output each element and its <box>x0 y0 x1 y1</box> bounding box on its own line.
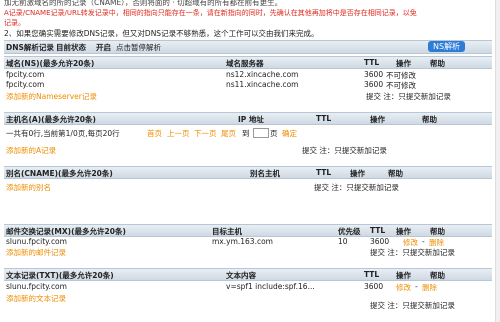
a-col-ttl: TTL <box>316 114 332 123</box>
pause-resolve-link[interactable]: 点击暂停解析 <box>116 42 161 53</box>
add-cname-link[interactable]: 添加新的别名 <box>6 182 51 193</box>
table-row: slunu.fpcity.com mx.ym.163.com 10 3600 修… <box>4 237 492 247</box>
cname-footer: 添加新的别名 提交 注：只提交新加记录 <box>4 182 492 192</box>
mx-priority: 10 <box>338 237 348 246</box>
ns-col-domain: 域名(NS)(最多允许20条) <box>6 59 95 68</box>
mx-footer: 添加新的邮件记录 提交 注：只提交新加记录 <box>4 247 492 257</box>
a-col-ip: IP 地址 <box>238 115 264 124</box>
ns-col-op: 操作 <box>396 59 411 68</box>
notice-line-0: 加无前激域名的所的记录（CNAME），否则将面的 · 切超域有的所有都在前有更生… <box>4 0 283 7</box>
mx-ttl: 3600 <box>370 237 390 246</box>
txt-ttl: 3600 <box>364 282 384 291</box>
a-pager: 一共有0行,当前第1/0页,每页20行 首页 上一页 下一页 尾页 到 页 确定 <box>4 128 492 138</box>
cname-submit-note[interactable]: 提交 注：只提交新加记录 <box>314 182 399 193</box>
mx-host: slunu.fpcity.com <box>6 237 67 246</box>
mx-target: mx.ym.163.com <box>212 237 273 246</box>
mx-help-link[interactable]: 帮助 <box>430 226 445 237</box>
pager-first[interactable]: 首页 <box>147 128 162 139</box>
txt-col-ttl: TTL <box>364 270 380 279</box>
a-submit-note[interactable]: 提交 注：只提交新加记录 <box>302 145 387 156</box>
mx-op-dash: - <box>422 237 425 246</box>
cname-col-op: 操作 <box>350 169 365 178</box>
txt-col-op: 操作 <box>396 271 411 280</box>
mx-col-host: 邮件交换记录(MX)(最多允许20条) <box>6 227 126 236</box>
notice-line-1-suffix: 记录。 <box>4 19 25 27</box>
cname-col-ttl: TTL <box>316 168 332 177</box>
mx-header: 邮件交换记录(MX)(最多允许20条) 目标主机 优先级 TTL 操作 帮助 <box>4 224 492 237</box>
txt-op-dash: - <box>415 282 418 291</box>
ns-ttl: 3600 <box>364 70 384 79</box>
ns-domain: fpcity.com <box>6 70 45 79</box>
add-mx-link[interactable]: 添加新的邮件记录 <box>6 247 66 258</box>
ns-resolve-button[interactable]: NS解析 <box>428 41 466 52</box>
pager-next[interactable]: 下一页 <box>194 128 217 139</box>
ns-server: ns11.xincache.com <box>226 80 299 89</box>
mx-col-priority: 优先级 <box>338 227 361 236</box>
mx-col-target: 目标主机 <box>212 227 242 236</box>
mx-submit-note[interactable]: 提交 注：只提交新加记录 <box>370 247 455 258</box>
pager-confirm[interactable]: 确定 <box>282 128 297 139</box>
ns-submit-note[interactable]: 提交 注：只提交新加记录 <box>366 91 451 102</box>
notice-line-1: A记录/CNAME记录/URL转发记录中，相同的指向只能存在一条，请在新指向的同… <box>4 9 417 17</box>
ns-server: ns12.xincache.com <box>226 70 299 79</box>
pager-goto: 到 <box>242 129 250 138</box>
txt-submit-note[interactable]: 提交 注：只提交新加记录 <box>370 300 455 311</box>
txt-header: 文本记录(TXT)(最多允许20条) 文本内容 TTL 操作 帮助 <box>4 268 492 281</box>
add-ns-record-link[interactable]: 添加新的Nameserver记录 <box>6 91 97 102</box>
status-label: 目前状态 <box>56 43 86 52</box>
cname-help-link[interactable]: 帮助 <box>388 168 403 179</box>
txt-help-link[interactable]: 帮助 <box>430 270 445 281</box>
dns-status-bar: DNS解析记录 目前状态 开启 点击暂停解析 NS解析 <box>4 40 492 54</box>
notice-line-2: 2、如果您确实需要修改DNS记录，但又对DNS记录不够熟悉，这个工作可以交由我们… <box>4 29 319 38</box>
ns-header: 域名(NS)(最多允许20条) 域名服务器 TTL 操作 帮助 <box>4 56 492 69</box>
ns-col-server: 域名服务器 <box>226 59 264 68</box>
pager-last[interactable]: 尾页 <box>221 128 236 139</box>
txt-col-host: 文本记录(TXT)(最多允许20条) <box>6 271 114 280</box>
cname-col-alias: 别名(CNAME)(最多允许20条) <box>6 169 113 178</box>
txt-delete-link[interactable]: 删除 <box>422 282 437 293</box>
pager-prev[interactable]: 上一页 <box>167 128 190 139</box>
cname-header: 别名(CNAME)(最多允许20条) 别名主机 TTL 操作 帮助 <box>4 166 492 179</box>
ns-col-ttl: TTL <box>364 58 380 67</box>
pager-page-unit: 页 <box>270 129 278 138</box>
txt-host: slunu.fpcity.com <box>6 282 67 291</box>
table-row: slunu.fpcity.com v=spf1 include:spf.16..… <box>4 282 492 292</box>
mx-col-ttl: TTL <box>370 226 386 235</box>
ns-domain: fpcity.com <box>6 80 45 89</box>
page-number-input[interactable] <box>253 128 269 138</box>
a-help-link[interactable]: 帮助 <box>422 114 437 125</box>
add-a-record-link[interactable]: 添加新的A记录 <box>6 145 56 156</box>
txt-edit-link[interactable]: 修改 <box>396 282 411 293</box>
pager-info: 一共有0行,当前第1/0页,每页20行 <box>6 129 120 138</box>
ns-help-link[interactable]: 帮助 <box>430 58 445 69</box>
ns-ttl: 3600 <box>364 80 384 89</box>
txt-col-content: 文本内容 <box>226 271 256 280</box>
table-row: fpcity.com ns11.xincache.com 3600 不可修改 <box>4 80 492 90</box>
a-col-op: 操作 <box>370 115 385 124</box>
txt-footer-submit: 提交 注：只提交新加记录 <box>4 300 492 310</box>
table-row: fpcity.com ns12.xincache.com 3600 不可修改 <box>4 70 492 80</box>
txt-content: v=spf1 include:spf.16... <box>226 282 315 291</box>
status-value: 开启 <box>96 43 111 52</box>
a-col-host: 主机名(A)(最多允许20条) <box>6 115 96 124</box>
ns-op: 不可修改 <box>386 81 416 90</box>
mx-col-op: 操作 <box>396 227 411 236</box>
a-footer: 添加新的A记录 提交 注：只提交新加记录 <box>4 145 492 155</box>
a-header: 主机名(A)(最多允许20条) IP 地址 TTL 操作 帮助 <box>4 112 492 125</box>
ns-footer: 添加新的Nameserver记录 提交 注：只提交新加记录 <box>4 91 492 101</box>
dns-record-label: DNS解析记录 <box>6 43 54 52</box>
cname-col-host: 别名主机 <box>250 169 280 178</box>
vertical-scrollbar[interactable] <box>495 0 500 322</box>
